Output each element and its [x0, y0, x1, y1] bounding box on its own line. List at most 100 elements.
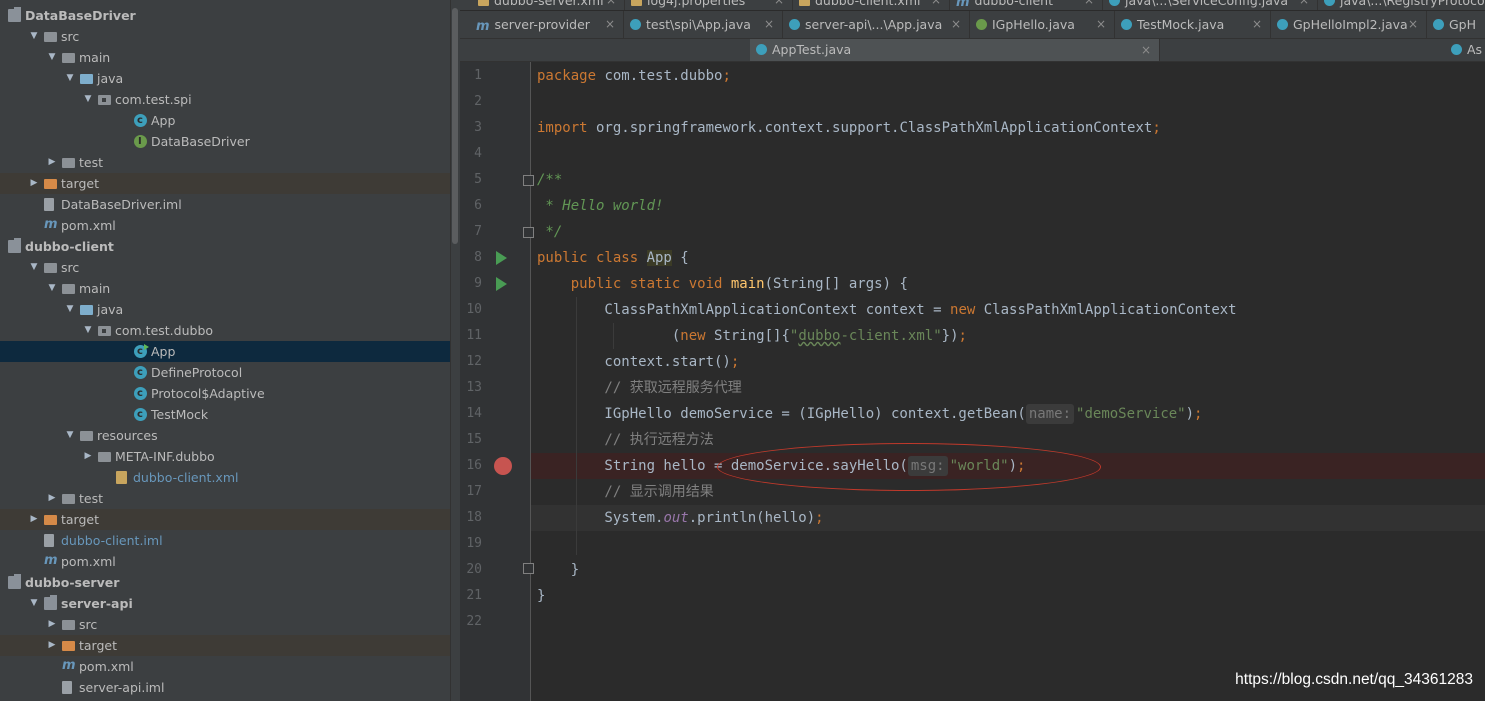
code-line-6[interactable]: * Hello world! — [537, 193, 663, 219]
editor-tab[interactable]: GpHelloImpl2.java × — [1271, 11, 1427, 38]
collapsed-arrow-icon[interactable]: ▶ — [46, 152, 58, 173]
line-number[interactable]: 12 — [460, 349, 482, 375]
code-line-15[interactable]: // 执行远程方法 — [537, 427, 713, 453]
code-line-14[interactable]: IGpHello demoService = (IGpHello) contex… — [537, 401, 1202, 427]
close-tab-icon[interactable]: × — [764, 11, 774, 38]
tree-class-app-selected[interactable]: App — [0, 341, 450, 362]
code-line-12[interactable]: context.start(); — [537, 349, 739, 375]
editor-tab[interactable]: GpH — [1427, 11, 1485, 38]
tree-folder-test[interactable]: ▶ test — [0, 152, 450, 173]
editor-tab[interactable]: AppTest.java × — [750, 39, 1160, 61]
tree-folder-resources[interactable]: ▼ resources — [0, 425, 450, 446]
code-line-7[interactable]: */ — [537, 219, 562, 245]
tree-file-pom[interactable]: m pom.xml — [0, 551, 450, 572]
expanded-arrow-icon[interactable]: ▼ — [82, 89, 94, 110]
close-tab-icon[interactable]: × — [605, 11, 615, 38]
code-line-13[interactable]: // 获取远程服务代理 — [537, 375, 741, 401]
close-tab-icon[interactable]: × — [606, 0, 616, 10]
line-number[interactable]: 18 — [460, 505, 482, 531]
code-line-11[interactable]: (new String[]{"dubbo-client.xml"}); — [537, 323, 967, 349]
tree-class-app[interactable]: App — [0, 110, 450, 131]
line-number[interactable]: 3 — [460, 115, 482, 141]
line-number[interactable]: 22 — [460, 609, 482, 635]
line-number[interactable]: 4 — [460, 141, 482, 167]
line-number[interactable]: 5 — [460, 167, 482, 193]
editor-tab[interactable]: server-api\...\App.java × — [783, 11, 970, 38]
editor-tab[interactable]: log4j.properties × — [625, 0, 793, 10]
tree-file-dubbo-client-iml[interactable]: dubbo-client.iml — [0, 530, 450, 551]
tree-folder-target[interactable]: ▶ target — [0, 635, 450, 656]
code-line-8[interactable]: public class App { — [537, 245, 689, 271]
expanded-arrow-icon[interactable]: ▼ — [28, 257, 40, 278]
scrollbar-thumb[interactable] — [452, 8, 458, 244]
tree-module-dubbo-client[interactable]: dubbo-client — [0, 236, 450, 257]
line-number[interactable]: 11 — [460, 323, 482, 349]
code-line-1[interactable]: package com.test.dubbo; — [537, 63, 731, 89]
tree-class-protocol-adaptive[interactable]: Protocol$Adaptive — [0, 383, 450, 404]
line-number[interactable]: 16 — [460, 453, 482, 479]
expanded-arrow-icon[interactable]: ▼ — [28, 26, 40, 47]
tree-class-testmock[interactable]: TestMock — [0, 404, 450, 425]
tree-folder-target[interactable]: ▶ target — [0, 509, 450, 530]
tree-package-com-test-spi[interactable]: ▼ com.test.spi — [0, 89, 450, 110]
tree-module-server-api[interactable]: ▼ server-api — [0, 593, 450, 614]
fold-icon[interactable] — [523, 227, 534, 238]
code-line-17[interactable]: // 显示调用结果 — [537, 479, 713, 505]
tree-folder-test[interactable]: ▶ test — [0, 488, 450, 509]
line-number[interactable]: 7 — [460, 219, 482, 245]
tree-file-server-api-iml[interactable]: server-api.iml — [0, 677, 450, 698]
code-line-3[interactable]: import org.springframework.context.suppo… — [537, 115, 1161, 141]
line-number[interactable]: 13 — [460, 375, 482, 401]
close-tab-icon[interactable]: × — [1408, 11, 1418, 38]
fold-icon[interactable] — [523, 175, 534, 186]
expanded-arrow-icon[interactable]: ▼ — [64, 68, 76, 89]
close-tab-icon[interactable]: × — [1096, 11, 1106, 38]
close-tab-icon[interactable]: × — [1252, 11, 1262, 38]
collapsed-arrow-icon[interactable]: ▶ — [28, 173, 40, 194]
code-line-5[interactable]: /** — [537, 167, 562, 193]
close-tab-icon[interactable]: × — [1141, 39, 1151, 61]
editor-tab[interactable]: m dubbo-client × — [950, 0, 1103, 10]
line-number[interactable]: 20 — [460, 557, 482, 583]
tree-file-pom[interactable]: m pom.xml — [0, 656, 450, 677]
editor-tab[interactable]: java\...\RegistryProtocol.ja — [1318, 0, 1485, 10]
editor-tab[interactable]: dubbo-client.xml × — [793, 0, 950, 10]
code-line-21[interactable]: } — [537, 583, 545, 609]
code-line-20[interactable]: } — [537, 557, 579, 583]
close-tab-icon[interactable]: × — [774, 0, 784, 10]
tree-folder-target[interactable]: ▶ target — [0, 173, 450, 194]
line-number[interactable]: 19 — [460, 531, 482, 557]
line-number[interactable]: 15 — [460, 427, 482, 453]
project-tree-scrollbar[interactable] — [450, 0, 460, 701]
code-line-18[interactable]: System.out.println(hello); — [537, 505, 823, 531]
tree-folder-java[interactable]: ▼ java — [0, 299, 450, 320]
line-number[interactable]: 17 — [460, 479, 482, 505]
line-number[interactable]: 21 — [460, 583, 482, 609]
collapsed-arrow-icon[interactable]: ▶ — [82, 446, 94, 467]
collapsed-arrow-icon[interactable]: ▶ — [46, 488, 58, 509]
tree-file-databasedriver-iml[interactable]: DataBaseDriver.iml — [0, 194, 450, 215]
close-tab-icon[interactable]: × — [1299, 0, 1309, 10]
code-line-10[interactable]: ClassPathXmlApplicationContext context =… — [537, 297, 1236, 323]
breakpoint-icon[interactable] — [494, 457, 512, 475]
line-number[interactable]: 10 — [460, 297, 482, 323]
tree-module-databasedriver[interactable]: DataBaseDriver — [0, 5, 450, 26]
tree-class-defineprotocol[interactable]: DefineProtocol — [0, 362, 450, 383]
expanded-arrow-icon[interactable]: ▼ — [82, 320, 94, 341]
run-main-icon[interactable] — [496, 277, 507, 291]
line-number[interactable]: 14 — [460, 401, 482, 427]
editor-tab[interactable]: m server-provider × — [470, 11, 624, 38]
project-tree[interactable]: DataBaseDriver ▼ src ▼ main ▼ java ▼ com.test.sp… — [0, 0, 450, 701]
line-number[interactable]: 8 — [460, 245, 482, 271]
close-tab-icon[interactable]: × — [1084, 0, 1094, 10]
expanded-arrow-icon[interactable]: ▼ — [64, 425, 76, 446]
collapsed-arrow-icon[interactable]: ▶ — [46, 635, 58, 656]
tree-file-dubbo-client-xml[interactable]: dubbo-client.xml — [0, 467, 450, 488]
fold-icon[interactable] — [523, 563, 534, 574]
run-class-icon[interactable] — [496, 251, 507, 265]
tree-folder-java[interactable]: ▼ java — [0, 68, 450, 89]
tree-module-dubbo-server[interactable]: dubbo-server — [0, 572, 450, 593]
tree-interface-databasedriver[interactable]: DataBaseDriver — [0, 131, 450, 152]
tree-folder-main[interactable]: ▼ main — [0, 47, 450, 68]
tree-file-pom[interactable]: m pom.xml — [0, 215, 450, 236]
